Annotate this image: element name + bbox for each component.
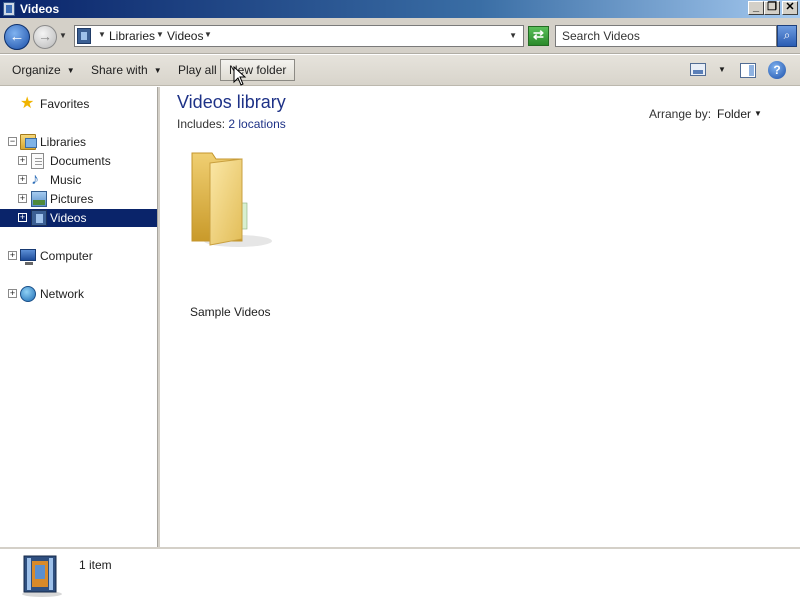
expand-icon[interactable]: + [18,175,27,184]
address-dropdown-icon[interactable]: ▼ [509,31,517,40]
organize-button[interactable]: Organize ▼ [8,59,79,81]
address-bar[interactable]: ▼ Libraries ▼ Videos ▼ ▼ [74,25,524,47]
nav-label-libraries: Libraries [40,135,87,149]
folder-icon [191,152,272,247]
collapse-icon[interactable]: − [8,137,17,146]
back-button[interactable]: ← [4,24,30,50]
share-with-label: Share with [91,63,148,77]
expand-icon[interactable]: + [18,156,27,165]
nav-label-pictures: Pictures [50,192,94,206]
expand-icon[interactable]: + [18,194,27,203]
share-with-button[interactable]: Share with ▼ [87,59,166,81]
star-icon: ★ [20,95,35,112]
arrange-by-label: Arrange by: [649,107,712,121]
folder-label: Sample Videos [190,305,271,319]
nav-item-videos[interactable]: + Videos [0,209,157,227]
videos-icon [31,210,47,226]
folder-item[interactable]: Sample Videos [182,147,274,327]
includes-label: Includes: [177,117,226,131]
nav-label-computer: Computer [40,249,93,263]
expand-icon[interactable]: + [8,251,17,260]
forward-button[interactable]: → [33,25,57,49]
address-row: ← → ▼ ▼ Libraries ▼ Videos ▼ ▼ ⇄ ⌕ [0,18,800,54]
music-note-icon: ♪ [31,171,39,188]
arrange-by-chevron-icon[interactable]: ▼ [754,109,762,118]
refresh-button[interactable]: ⇄ [528,26,549,46]
navigation-pane: ★ Favorites − Libraries + Documents + ♪ … [0,87,157,547]
nav-item-network[interactable]: + Network [0,285,157,303]
libraries-icon [20,134,37,150]
pictures-icon [31,191,47,207]
network-icon [20,286,36,302]
nav-item-music[interactable]: + ♪ Music [0,171,157,189]
breadcrumb-libraries[interactable]: Libraries [109,29,155,43]
command-bar: Organize ▼ Share with ▼ Play all New folde… [0,55,800,86]
videos-location-icon [77,28,91,44]
breadcrumb-libraries-chevron-icon[interactable]: ▼ [156,30,164,39]
organize-label: Organize [12,63,61,77]
videos-library-icon [22,555,62,597]
nav-item-libraries[interactable]: − Libraries [0,133,157,151]
nav-item-favorites[interactable]: ★ Favorites [0,95,157,113]
arrange-by-dropdown[interactable]: Folder [717,107,751,121]
breadcrumb-root-chevron-icon[interactable]: ▼ [98,30,106,39]
view-options-chevron-icon[interactable]: ▼ [718,65,726,74]
new-folder-button[interactable]: New folder [220,59,296,81]
nav-item-pictures[interactable]: + Pictures [0,190,157,208]
breadcrumb-videos-chevron-icon[interactable]: ▼ [204,30,212,39]
item-count: 1 item [79,558,112,572]
title-bar: Videos _ ❐ ✕ [0,0,800,18]
library-includes: Includes: 2 locations [177,117,286,131]
restore-button[interactable]: ❐ [764,1,780,15]
breadcrumb-videos[interactable]: Videos [167,29,203,43]
nav-item-computer[interactable]: + Computer [0,247,157,265]
nav-label-network: Network [40,287,85,301]
nav-label-documents: Documents [50,154,111,168]
recent-pages-chevron-icon[interactable]: ▼ [59,31,67,40]
nav-item-documents[interactable]: + Documents [0,152,157,170]
locations-link[interactable]: 2 locations [228,117,285,131]
chevron-down-icon: ▼ [66,66,75,75]
expand-icon[interactable]: + [18,213,27,222]
close-button[interactable]: ✕ [782,1,798,15]
window-title: Videos [20,2,60,16]
computer-icon [20,249,36,265]
videos-app-icon [3,2,15,16]
file-list-pane: Videos library Includes: 2 locations Arr… [160,87,800,547]
details-pane: 1 item [0,547,800,600]
search-box[interactable] [555,25,777,47]
nav-label-videos: Videos [50,211,87,225]
nav-label-favorites: Favorites [40,97,90,111]
help-icon[interactable]: ? [768,61,786,79]
documents-icon [31,153,44,169]
nav-label-music: Music [50,173,82,187]
expand-icon[interactable]: + [8,289,17,298]
chevron-down-icon: ▼ [153,66,162,75]
library-title: Videos library [177,92,286,112]
search-icon[interactable]: ⌕ [777,25,797,47]
play-all-button[interactable]: Play all [174,59,221,81]
minimize-button[interactable]: _ [748,1,764,15]
search-input[interactable] [562,27,762,45]
preview-pane-icon[interactable] [740,63,756,78]
mouse-cursor-icon [233,66,247,86]
change-view-icon[interactable] [690,63,706,76]
